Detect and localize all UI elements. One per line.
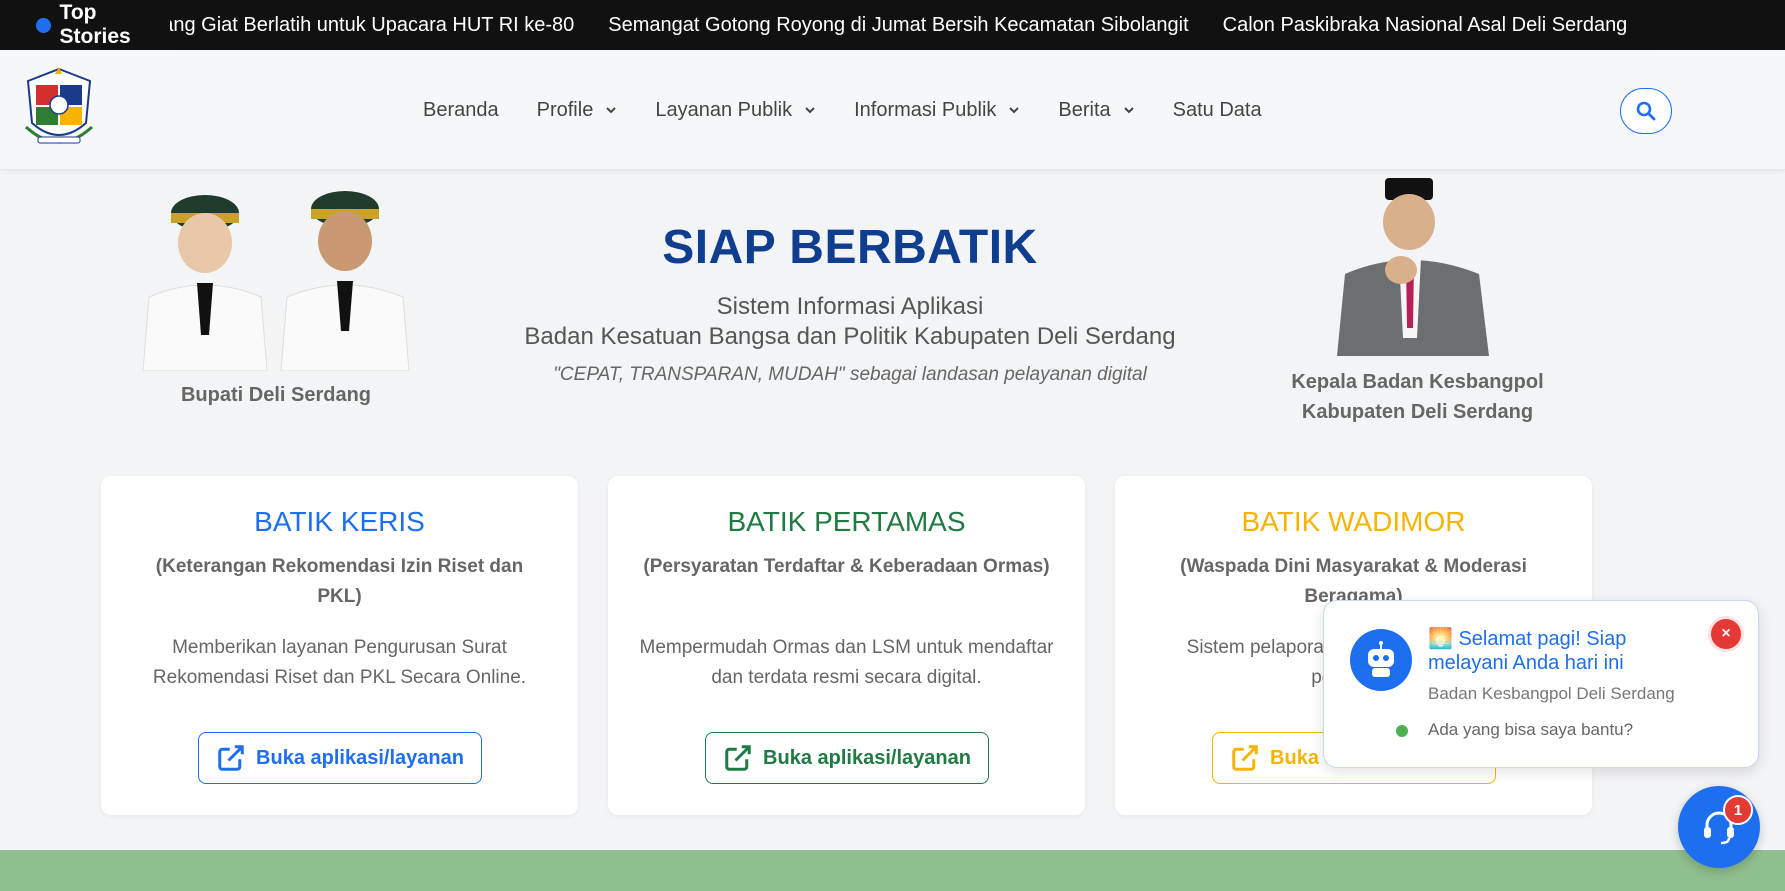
- close-icon[interactable]: ×: [1711, 619, 1741, 649]
- bupati-caption: Bupati Deli Serdang: [180, 384, 372, 406]
- notification-badge: 1: [1723, 795, 1753, 825]
- card-title: BATIK KERIS: [254, 506, 425, 537]
- chat-org: Badan Kesbangpol Deli Serdang: [1428, 684, 1675, 703]
- search-button[interactable]: [1620, 88, 1672, 134]
- nav-label: Beranda: [423, 98, 499, 121]
- ticker-label-text: Top Stories: [59, 1, 131, 48]
- open-app-button[interactable]: Buka aplikasi/layanan: [198, 732, 482, 784]
- card-desc: (Persyaratan Terdaftar & Keberadaan Orma…: [643, 556, 1050, 577]
- card-title: BATIK WADIMOR: [1241, 506, 1466, 537]
- card-body: Memberikan layanan Pengurusan Surat Reko…: [152, 637, 527, 688]
- online-status-icon: [1396, 725, 1408, 737]
- chat-greeting: 🌅 Selamat pagi! Siap melayani Anda hari …: [1428, 628, 1627, 674]
- external-link-icon: [725, 745, 751, 771]
- nav-item-layanan-publik[interactable]: Layanan Publik: [655, 99, 816, 122]
- nav-label: Layanan Publik: [655, 98, 793, 121]
- card-batik-pertamas: BATIK PERTAMAS (Persyaratan Terdaftar & …: [608, 476, 1085, 815]
- open-app-button[interactable]: Buka aplikasi/layanan: [705, 732, 989, 784]
- robot-icon: [1350, 629, 1412, 691]
- kepala-caption: Kepala Badan Kesbangpol Kabupaten Deli S…: [1270, 367, 1565, 427]
- search-icon: [1636, 101, 1656, 121]
- kepala-photo: [1333, 178, 1493, 356]
- chevron-down-icon: [1009, 107, 1020, 114]
- hero-tagline: "CEPAT, TRANSPARAN, MUDAH" sebagai landa…: [553, 364, 1147, 385]
- nav-item-beranda[interactable]: Beranda: [423, 99, 499, 122]
- ticker-items: Serdang Giat Berlatih untuk Upacara HUT …: [120, 0, 1661, 50]
- nav-label: Berita: [1058, 98, 1111, 121]
- main-nav: Beranda Profile Layanan Publik Informasi…: [423, 50, 1300, 170]
- live-dot-icon: [36, 17, 51, 33]
- card-body: Mempermudah Ormas dan LSM untuk mendafta…: [639, 637, 1054, 688]
- ticker-fade: [1655, 0, 1785, 50]
- nav-label: Informasi Publik: [854, 98, 997, 121]
- ticker-item[interactable]: Serdang Giat Berlatih untuk Upacara HUT …: [120, 14, 574, 37]
- chat-status: Ada yang bisa saya bantu?: [1428, 720, 1634, 739]
- button-label: Buka aplikasi/layanan: [763, 746, 971, 769]
- deli-serdang-logo[interactable]: [20, 65, 98, 155]
- chevron-down-icon: [606, 107, 617, 114]
- card-title: BATIK PERTAMAS: [727, 506, 966, 537]
- nav-item-satu-data[interactable]: Satu Data: [1173, 99, 1262, 122]
- external-link-icon: [1232, 745, 1258, 771]
- kepala-caption-line-1: Kepala Badan Kesbangpol: [1291, 371, 1544, 393]
- nav-item-berita[interactable]: Berita: [1058, 99, 1134, 122]
- chevron-down-icon: [1123, 107, 1134, 114]
- footer-section-strip: [0, 850, 1785, 891]
- nav-label: Profile: [536, 98, 594, 121]
- kepala-caption-line-2: Kabupaten Deli Serdang: [1301, 401, 1534, 423]
- ticker-item[interactable]: Calon Paskibraka Nasional Asal Deli Serd…: [1223, 14, 1628, 37]
- hero-subtitle-1: Sistem Informasi Aplikasi: [716, 293, 984, 320]
- nav-item-informasi-publik[interactable]: Informasi Publik: [854, 99, 1020, 122]
- hero-title: SIAP BERBATIK: [662, 221, 1038, 274]
- card-batik-keris: BATIK KERIS (Keterangan Rekomendasi Izin…: [101, 476, 578, 815]
- external-link-icon: [218, 745, 244, 771]
- nav-label: Satu Data: [1172, 98, 1262, 121]
- button-label: Buka aplikasi/layanan: [256, 746, 464, 769]
- ticker-item[interactable]: Semangat Gotong Royong di Jumat Bersih K…: [608, 14, 1188, 37]
- hero-subtitle-2: Badan Kesatuan Bangsa dan Politik Kabupa…: [524, 323, 1176, 350]
- top-stories-ticker: Serdang Giat Berlatih untuk Upacara HUT …: [0, 0, 1785, 50]
- site-header: Beranda Profile Layanan Publik Informasi…: [0, 50, 1785, 170]
- card-desc: (Keterangan Rekomendasi Izin Riset dan P…: [155, 556, 524, 607]
- chevron-down-icon: [805, 107, 815, 114]
- ticker-label: Top Stories: [0, 0, 170, 50]
- nav-item-profile[interactable]: Profile: [537, 99, 618, 122]
- chat-popup[interactable]: 🌅 Selamat pagi! Siap melayani Anda hari …: [1323, 600, 1759, 768]
- bupati-photo: [135, 185, 417, 372]
